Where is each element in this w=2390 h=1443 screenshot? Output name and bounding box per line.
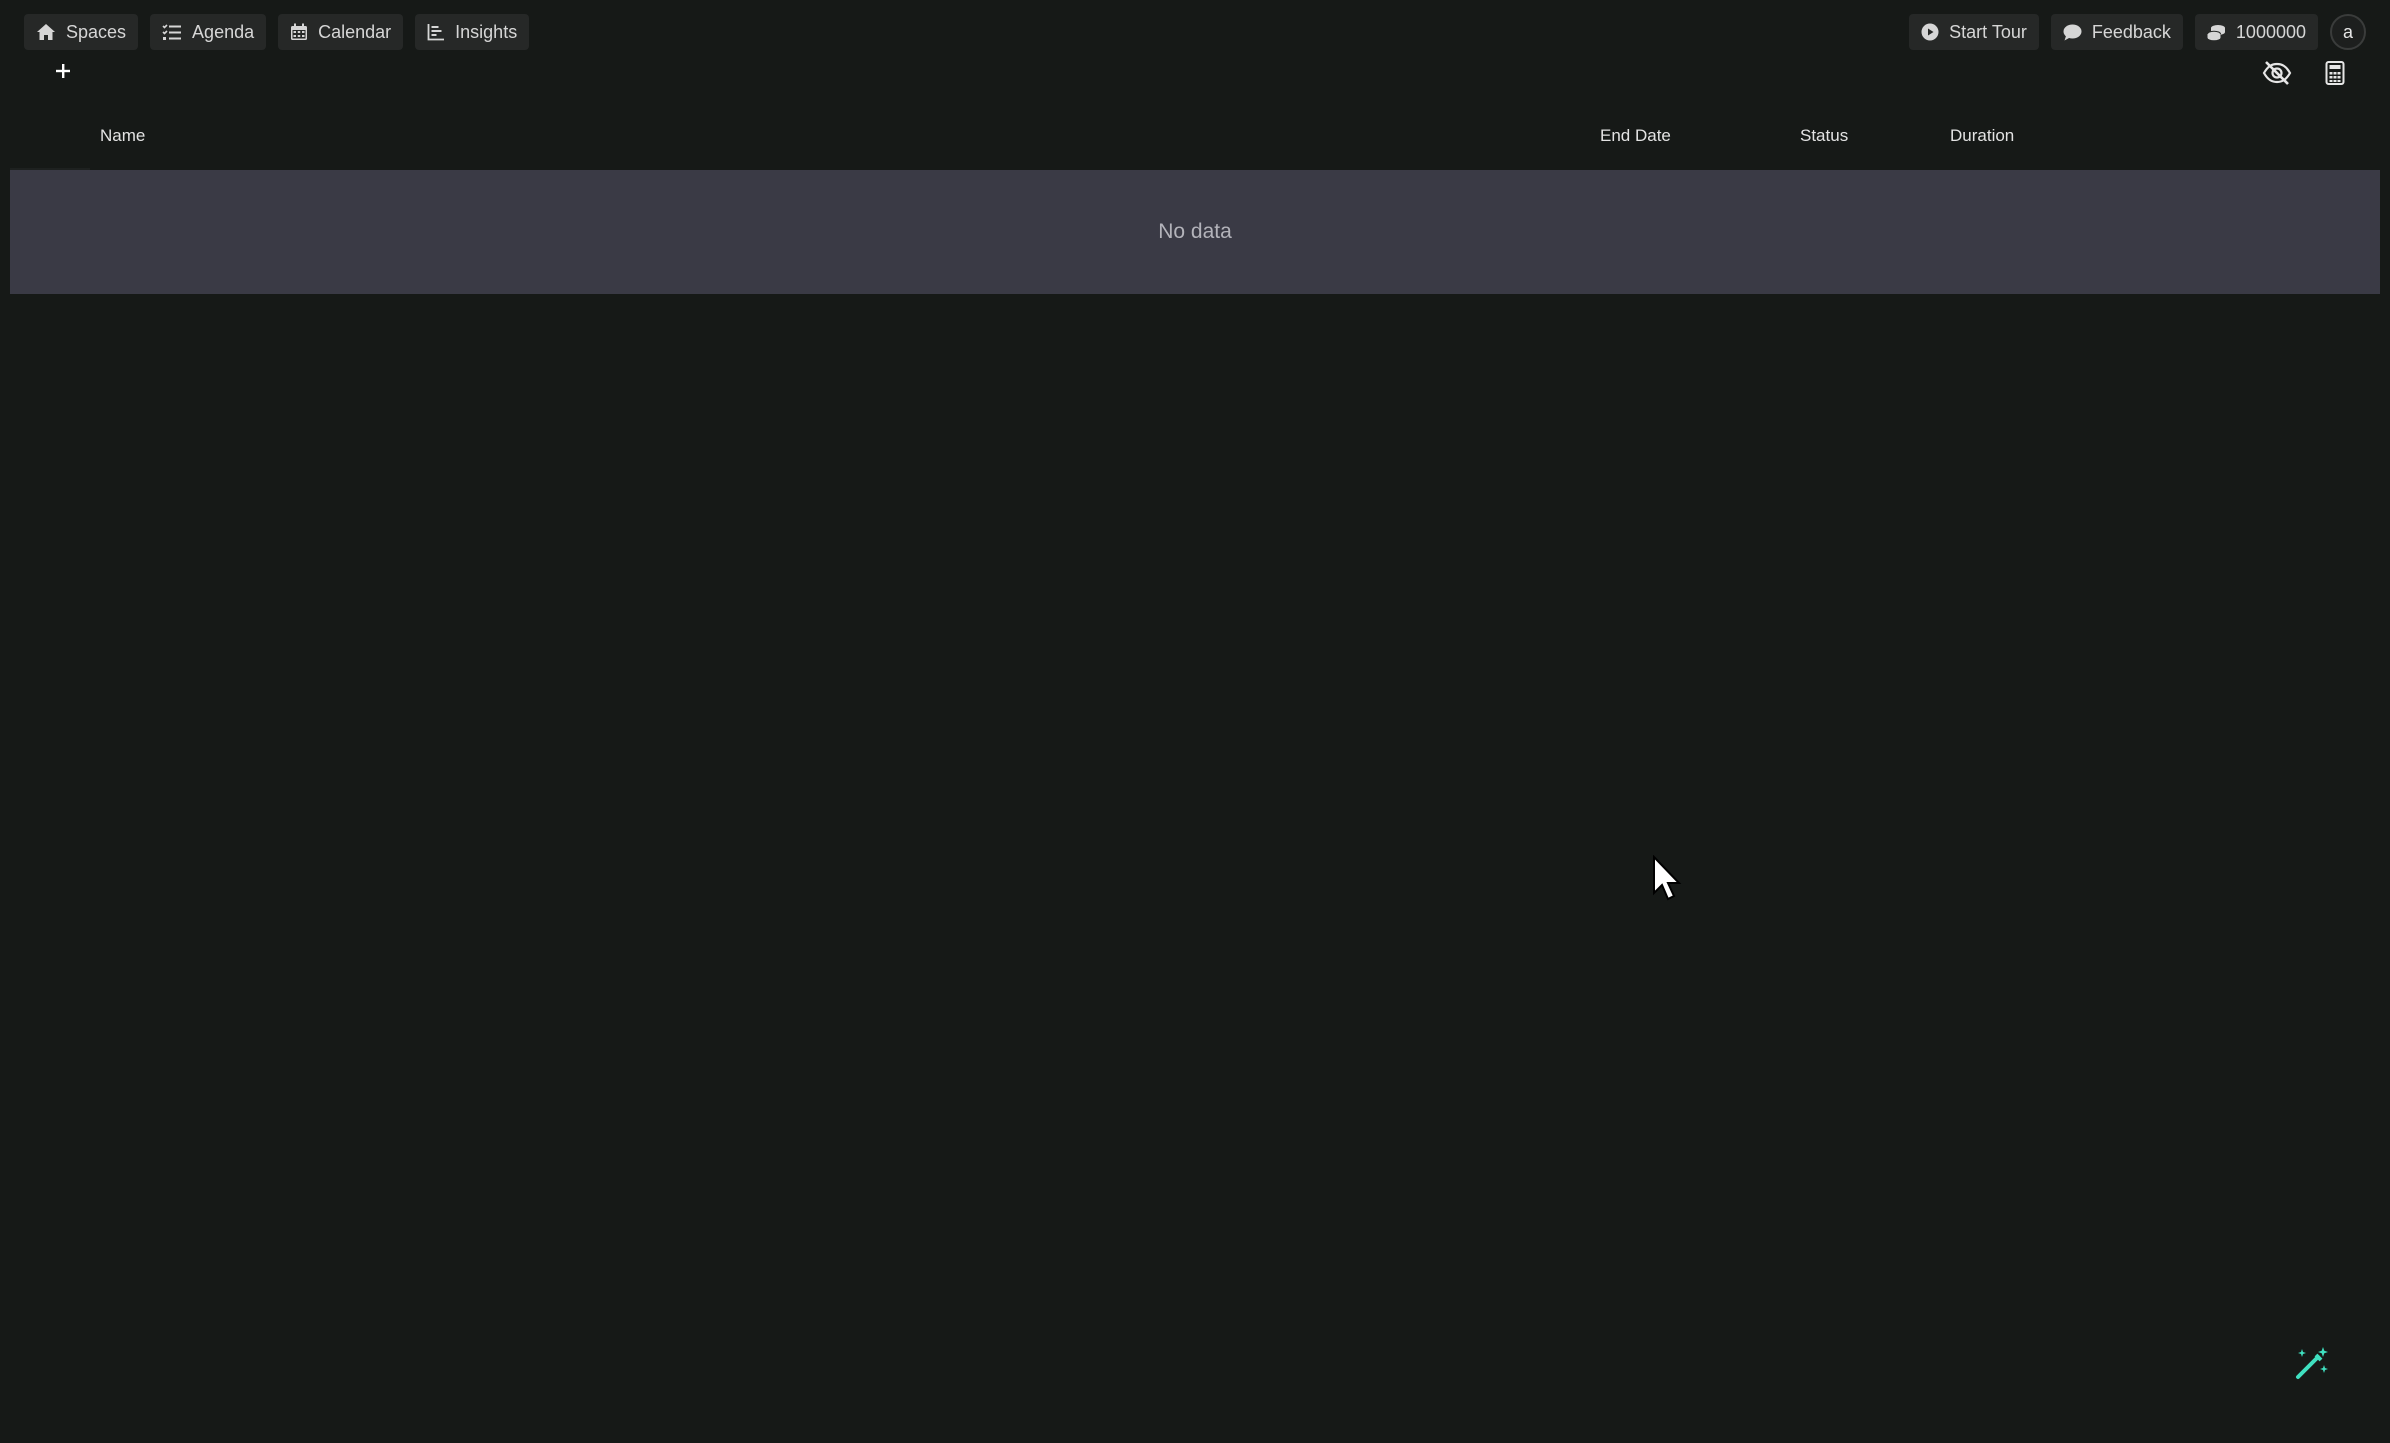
calculator-button[interactable] [2320,60,2350,90]
agenda-label: Agenda [192,21,255,42]
magic-wand-icon [2294,1345,2330,1386]
credits-button[interactable]: 1000000 [2194,14,2318,50]
mouse-cursor [1652,854,1682,901]
main-nav: Spaces Agenda Calendar Insights [24,14,530,50]
user-avatar[interactable]: a [2330,14,2366,50]
account-actions: Start Tour Feedback 1000000 a [1909,14,2366,50]
feedback-label: Feedback [2091,21,2171,42]
table-toolbar [2262,60,2350,90]
empty-state-text: No data [1158,220,1232,243]
column-header-end-date[interactable]: End Date [1600,112,1671,170]
insights-label: Insights [455,21,518,42]
column-header-status[interactable]: Status [1800,112,1848,170]
data-table: Name End Date Status Duration No data [10,112,2380,294]
calculator-icon [2325,60,2345,90]
table-header: Name End Date Status Duration [10,112,2380,170]
spaces-button[interactable]: Spaces [24,14,139,50]
spaces-label: Spaces [66,21,127,42]
column-header-name[interactable]: Name [100,112,145,170]
coins-icon [2206,24,2226,41]
feedback-button[interactable]: Feedback [2050,14,2183,50]
plus-icon [55,63,71,84]
calendar-label: Calendar [318,21,392,42]
credits-value: 1000000 [2235,21,2306,42]
eye-slash-icon [2262,60,2292,91]
calendar-icon [290,23,308,41]
start-tour-label: Start Tour [1949,21,2027,42]
avatar-initial: a [2342,21,2353,42]
checklist-icon [162,23,182,41]
insights-button[interactable]: Insights [415,14,530,50]
bar-chart-icon [427,23,445,41]
column-header-duration[interactable]: Duration [1950,112,2014,170]
toggle-hidden-button[interactable] [2262,60,2292,90]
start-tour-button[interactable]: Start Tour [1909,14,2039,50]
agenda-button[interactable]: Agenda [150,14,267,50]
add-item-button[interactable] [50,60,76,86]
play-circle-icon [1921,23,1939,41]
top-navigation-bar: Spaces Agenda Calendar Insights Start To… [0,0,2390,62]
calendar-button[interactable]: Calendar [278,14,404,50]
magic-assist-button[interactable] [2290,1343,2334,1387]
comment-icon [2063,24,2082,41]
empty-state-row: No data [10,170,2380,294]
home-icon [36,23,56,41]
